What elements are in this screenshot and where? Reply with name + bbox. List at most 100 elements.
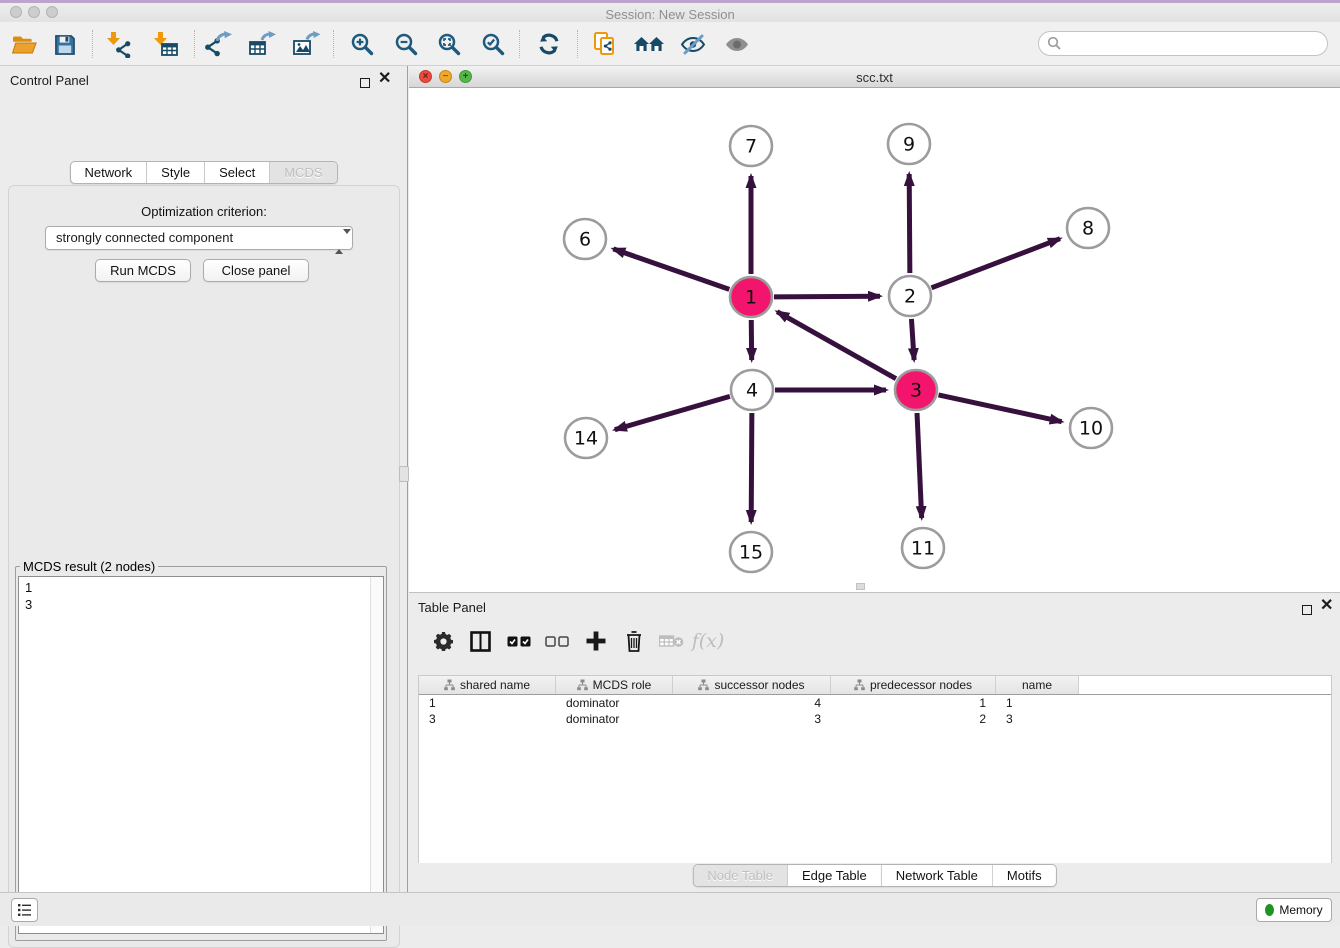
zoom-out-icon[interactable] xyxy=(388,26,424,62)
node-table-header: shared nameMCDS rolesuccessor nodesprede… xyxy=(419,676,1331,695)
column-header-predecessor-nodes[interactable]: predecessor nodes xyxy=(831,676,996,694)
graph-edge-1-6[interactable] xyxy=(613,249,729,290)
table-row[interactable]: 1dominator411 xyxy=(419,695,1331,711)
criterion-select[interactable]: strongly connected component xyxy=(45,226,353,250)
select-all-columns-icon[interactable] xyxy=(503,625,535,657)
select-stepper-icon xyxy=(335,231,345,253)
tab-select[interactable]: Select xyxy=(204,162,269,183)
float-panel-icon[interactable] xyxy=(360,75,370,93)
graph-node-10[interactable]: 10 xyxy=(1070,408,1112,448)
add-column-icon[interactable] xyxy=(580,625,612,657)
export-network-icon[interactable] xyxy=(200,26,236,62)
cell-name[interactable]: 3 xyxy=(996,711,1079,727)
graph-edge-1-2[interactable] xyxy=(774,296,880,297)
tab-style[interactable]: Style xyxy=(146,162,204,183)
graph-node-14[interactable]: 14 xyxy=(565,418,607,458)
import-table-icon[interactable] xyxy=(147,26,183,62)
tab-edge-table[interactable]: Edge Table xyxy=(787,865,881,886)
toolbar-separator xyxy=(194,30,195,58)
table-settings-icon[interactable] xyxy=(427,625,459,657)
graph-edge-2-8[interactable] xyxy=(931,239,1059,288)
splitter-grip[interactable] xyxy=(399,466,409,482)
import-network-icon[interactable] xyxy=(100,26,136,62)
network-window-titlebar[interactable]: × − + scc.txt xyxy=(409,66,1340,88)
optimization-criterion-label: Optimization criterion: xyxy=(9,204,399,219)
tab-network[interactable]: Network xyxy=(70,162,146,183)
graph-edge-3-11[interactable] xyxy=(917,413,922,518)
graph-node-11[interactable]: 11 xyxy=(902,528,944,568)
graph-node-7[interactable]: 7 xyxy=(730,126,772,166)
run-mcds-button[interactable]: Run MCDS xyxy=(95,259,191,282)
task-history-button[interactable] xyxy=(11,898,38,922)
zoom-in-icon[interactable] xyxy=(344,26,380,62)
node-table[interactable]: shared nameMCDS rolesuccessor nodesprede… xyxy=(418,675,1332,863)
close-panel-button[interactable]: Close panel xyxy=(203,259,309,282)
memory-button[interactable]: Memory xyxy=(1256,898,1332,922)
cell-predecessor-nodes[interactable]: 1 xyxy=(831,695,996,711)
graph-edge-2-9[interactable] xyxy=(909,174,910,273)
zoom-fit-icon[interactable] xyxy=(431,26,467,62)
cell-mcds-role[interactable]: dominator xyxy=(556,695,673,711)
cell-successor-nodes[interactable]: 3 xyxy=(673,711,831,727)
column-visibility-icon[interactable] xyxy=(464,625,496,657)
graph-edge-4-15[interactable] xyxy=(751,413,752,522)
export-table-icon[interactable] xyxy=(244,26,280,62)
graph-node-1[interactable]: 1 xyxy=(730,277,772,317)
graph-node-8[interactable]: 8 xyxy=(1067,208,1109,248)
function-builder-icon[interactable]: f(x) xyxy=(692,625,724,657)
graph-edge-3-10[interactable] xyxy=(938,395,1061,422)
graph-edge-2-3[interactable] xyxy=(911,319,914,360)
graph-node-6[interactable]: 6 xyxy=(564,219,606,259)
search-input[interactable] xyxy=(1038,31,1328,56)
tab-motifs[interactable]: Motifs xyxy=(992,865,1056,886)
clone-network-icon[interactable] xyxy=(587,26,623,62)
zoom-selected-icon[interactable] xyxy=(475,26,511,62)
window-title: Session: New Session xyxy=(0,7,1340,22)
cell-name[interactable]: 1 xyxy=(996,695,1079,711)
network-view-window: × − + scc.txt 7 9 6 8 1 2 4 3 14 10 15 11 xyxy=(409,66,1340,592)
network-canvas[interactable]: 7 9 6 8 1 2 4 3 14 10 15 11 xyxy=(409,88,1340,592)
status-bar: Memory xyxy=(0,892,1340,926)
result-scrollbar[interactable] xyxy=(370,577,383,933)
control-panel-tabs: NetworkStyleSelectMCDS xyxy=(69,161,337,184)
cell-successor-nodes[interactable]: 4 xyxy=(673,695,831,711)
graph-node-15[interactable]: 15 xyxy=(730,532,772,572)
cell-mcds-role[interactable]: dominator xyxy=(556,711,673,727)
graph-node-9[interactable]: 9 xyxy=(888,124,930,164)
graph-node-3[interactable]: 3 xyxy=(895,370,937,410)
mcds-result-title: MCDS result (2 nodes) xyxy=(20,559,158,574)
cell-predecessor-nodes[interactable]: 2 xyxy=(831,711,996,727)
hide-network-icon[interactable] xyxy=(675,26,711,62)
mcds-result-box[interactable]: 13 xyxy=(18,576,384,934)
tab-node-table[interactable]: Node Table xyxy=(693,865,787,886)
export-image-icon[interactable] xyxy=(288,26,324,62)
float-table-panel-icon[interactable] xyxy=(1302,602,1312,620)
cell-shared-name[interactable]: 3 xyxy=(419,711,556,727)
save-session-icon[interactable] xyxy=(46,26,82,62)
view-resize-grip[interactable] xyxy=(856,583,865,590)
table-panel-tabs: Node TableEdge TableNetwork TableMotifs xyxy=(692,864,1056,887)
show-all-networks-icon[interactable] xyxy=(631,26,667,62)
close-table-panel-icon[interactable]: ✕ xyxy=(1320,601,1333,611)
table-panel: Table Panel ✕ f(x) shared nameMCDS roles… xyxy=(409,592,1340,892)
show-network-icon[interactable] xyxy=(719,26,755,62)
table-panel-title: Table Panel xyxy=(418,600,486,615)
column-header-name[interactable]: name xyxy=(996,676,1079,694)
table-row[interactable]: 3dominator323 xyxy=(419,711,1331,727)
graph-node-2[interactable]: 2 xyxy=(889,276,931,316)
refresh-view-icon[interactable] xyxy=(531,26,567,62)
graph-node-4[interactable]: 4 xyxy=(731,370,773,410)
open-session-icon[interactable] xyxy=(6,26,42,62)
graph-edge-4-14[interactable] xyxy=(615,396,730,429)
tab-mcds[interactable]: MCDS xyxy=(269,162,336,183)
tab-network-table[interactable]: Network Table xyxy=(881,865,992,886)
delete-column-icon[interactable] xyxy=(618,625,650,657)
cell-shared-name[interactable]: 1 xyxy=(419,695,556,711)
graph-edge-3-1[interactable] xyxy=(777,312,896,379)
deselect-all-columns-icon[interactable] xyxy=(541,625,573,657)
column-header-shared-name[interactable]: shared name xyxy=(419,676,556,694)
column-header-successor-nodes[interactable]: successor nodes xyxy=(673,676,831,694)
delete-table-icon[interactable] xyxy=(655,625,687,657)
column-header-mcds-role[interactable]: MCDS role xyxy=(556,676,673,694)
close-panel-icon[interactable]: ✕ xyxy=(378,74,391,84)
